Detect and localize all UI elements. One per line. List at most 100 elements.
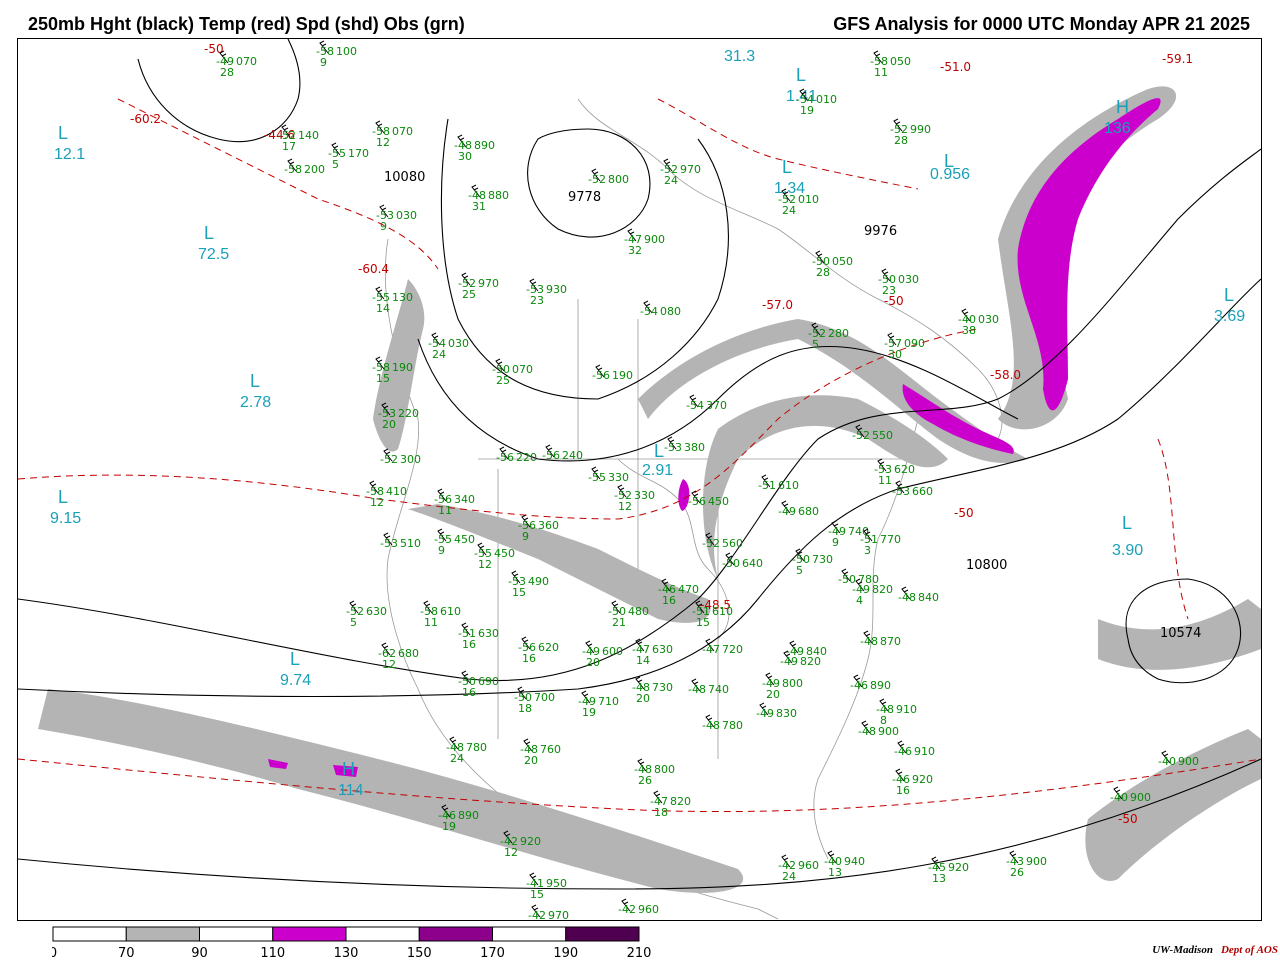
obs-dewpoint-depression: 4: [856, 594, 863, 607]
obs-dewpoint-depression: 23: [882, 284, 896, 297]
station-obs: -48 740: [688, 678, 729, 696]
obs-height: 880: [488, 189, 509, 202]
obs-temp: -55: [588, 471, 606, 484]
obs-height: 820: [872, 583, 893, 596]
credit-org: UW-Madison: [1152, 944, 1213, 956]
legend-segment: [52, 926, 127, 942]
obs-dewpoint-depression: 15: [696, 616, 710, 629]
temperature-labels: -50 -60.2 -44.6 -60.4 -57.0 -59.1 -51.0 …: [130, 42, 1193, 826]
extremum-value: 9.74: [280, 672, 311, 689]
obs-temp: -53: [892, 485, 910, 498]
obs-dewpoint-depression: 5: [332, 158, 339, 171]
obs-height: 870: [880, 635, 901, 648]
station-obs: -56 62016: [518, 636, 559, 665]
obs-height: 920: [520, 835, 541, 848]
height-label: 9976: [864, 224, 897, 239]
station-obs: -52 01024: [778, 188, 819, 217]
station-obs: -49 8204: [852, 578, 893, 607]
obs-dewpoint-depression: 5: [812, 338, 819, 351]
obs-dewpoint-depression: 21: [612, 616, 626, 629]
obs-height: 680: [798, 505, 819, 518]
extremum-letter: L: [1224, 285, 1234, 305]
obs-height: 450: [494, 547, 515, 560]
legend-tick-label: 210: [627, 946, 652, 960]
obs-dewpoint-depression: 24: [782, 204, 796, 217]
station-obs: -52 14017: [278, 124, 319, 153]
obs-dewpoint-depression: 12: [370, 496, 384, 509]
credit: UW-Madison Dept of AOS: [1152, 944, 1278, 956]
obs-temp: -51: [758, 479, 776, 492]
obs-temp: -56: [496, 451, 514, 464]
obs-temp: -52: [702, 537, 720, 550]
obs-height: 730: [652, 681, 673, 694]
obs-height: 900: [878, 725, 899, 738]
temperature-label: -59.1: [1162, 52, 1193, 66]
extremum-value: 2.78: [240, 394, 271, 411]
station-obs: -56 190: [592, 364, 633, 382]
obs-dewpoint-depression: 20: [586, 656, 600, 669]
station-obs: -40 03038: [958, 308, 999, 337]
obs-temp: -46: [894, 745, 912, 758]
obs-height: 900: [644, 233, 665, 246]
obs-dewpoint-depression: 18: [654, 806, 668, 819]
obs-height: 940: [844, 855, 865, 868]
legend-tick-label: 150: [407, 946, 432, 960]
legend-segment: [272, 926, 347, 942]
obs-height: 470: [678, 583, 699, 596]
obs-height: 970: [680, 163, 701, 176]
obs-dewpoint-depression: 31: [472, 200, 486, 213]
obs-height: 920: [912, 773, 933, 786]
obs-height: 030: [898, 273, 919, 286]
obs-dewpoint-depression: 24: [432, 348, 446, 361]
station-obs: -51 63016: [458, 622, 499, 651]
height-label: 10574: [1160, 626, 1201, 641]
obs-height: 070: [392, 125, 413, 138]
station-obs: -48 900: [858, 720, 899, 738]
obs-height: 220: [398, 407, 419, 420]
obs-dewpoint-depression: 23: [530, 294, 544, 307]
station-obs: -54 370: [686, 394, 727, 412]
weather-map: L 12.1 L 72.5 L 2.78 L 9.15 L 9.74 31.3 …: [17, 38, 1262, 921]
extremum-value: 0.956: [930, 166, 970, 183]
station-obs: -52 6305: [346, 600, 387, 629]
obs-height: 950: [546, 877, 567, 890]
station-obs: -53 49015: [508, 570, 549, 599]
obs-height: 220: [516, 451, 537, 464]
obs-height: 480: [628, 605, 649, 618]
station-obs: -48 73020: [632, 676, 673, 705]
station-obs: -52 97025: [458, 272, 499, 301]
extremum-letter: L: [782, 157, 792, 177]
obs-dewpoint-depression: 17: [282, 140, 296, 153]
station-obs: -48 870: [860, 630, 901, 648]
obs-height: 830: [776, 707, 797, 720]
station-obs: -52 33012: [614, 484, 655, 513]
legend-segment: [492, 926, 567, 942]
temperature-label: -50: [1118, 812, 1138, 826]
station-obs: -58 41012: [366, 480, 407, 509]
extremum-letter: L: [250, 371, 260, 391]
height-label: 10080: [384, 170, 425, 185]
station-obs: -49 80020: [762, 672, 803, 701]
station-obs: -48 89030: [454, 134, 495, 163]
station-obs: -46 910: [894, 740, 935, 758]
wind-speed-legend: 0 70 90 110 130 150 170 190 210: [52, 926, 652, 960]
obs-height: 720: [722, 643, 743, 656]
obs-height: 380: [684, 441, 705, 454]
temperature-label: -50: [954, 506, 974, 520]
obs-height: 930: [546, 283, 567, 296]
obs-height: 090: [904, 337, 925, 350]
obs-dewpoint-depression: 11: [878, 474, 892, 487]
obs-height: 080: [660, 305, 681, 318]
station-obs: -48 80026: [634, 758, 675, 787]
station-obs: -53 62011: [874, 458, 915, 487]
obs-height: 050: [890, 55, 911, 68]
extremum-letter: H: [1116, 97, 1129, 117]
extremum-letter: L: [204, 223, 214, 243]
legend-tick-label: 170: [480, 946, 505, 960]
obs-height: 780: [466, 741, 487, 754]
obs-dewpoint-depression: 9: [522, 530, 529, 543]
obs-height: 030: [396, 209, 417, 222]
obs-height: 740: [708, 683, 729, 696]
obs-height: 240: [562, 449, 583, 462]
station-obs: -50 48021: [608, 600, 649, 629]
